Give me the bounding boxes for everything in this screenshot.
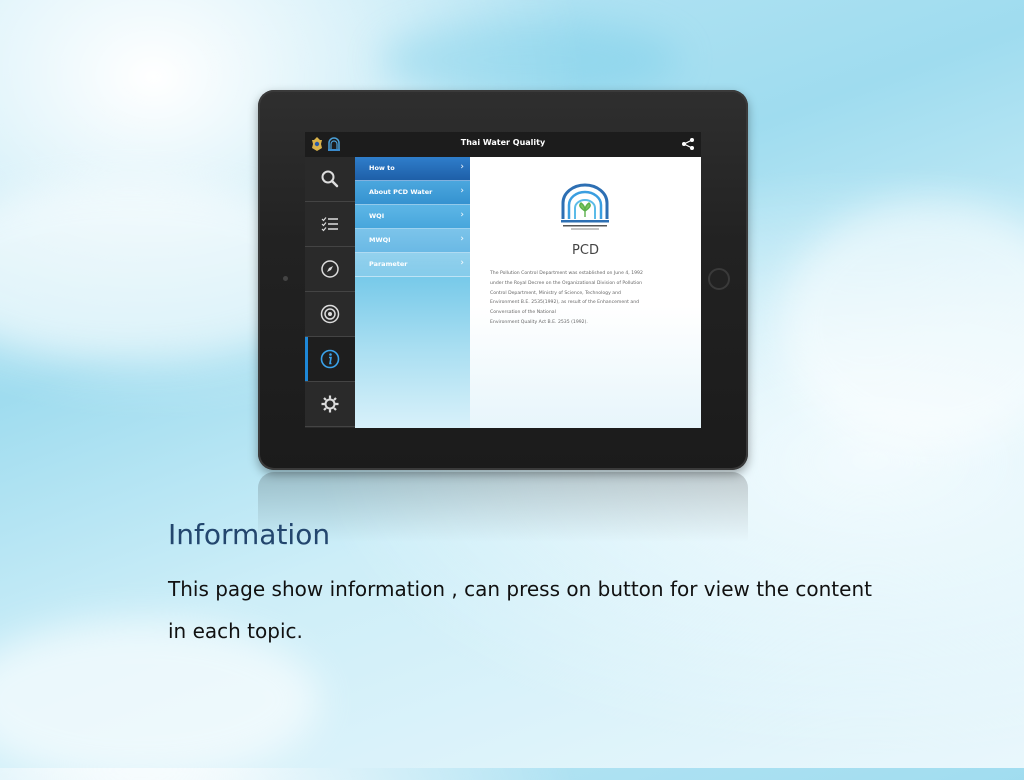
- app-title: Thai Water Quality: [460, 138, 546, 147]
- chevron-right-icon: ›: [460, 258, 464, 268]
- menu-item-about-pcd-water[interactable]: About PCD Water ›: [355, 181, 470, 205]
- chevron-right-icon: ›: [460, 162, 464, 172]
- icon-rail: [305, 157, 355, 428]
- rail-target-button[interactable]: [305, 292, 355, 337]
- rail-search-button[interactable]: [305, 157, 355, 202]
- menu-item-parameter[interactable]: Parameter ›: [355, 253, 470, 277]
- app-screen: Thai Water Quality How to › About PCD Wa…: [305, 132, 701, 428]
- rail-checklist-button[interactable]: [305, 202, 355, 247]
- search-icon: [321, 170, 339, 188]
- share-icon[interactable]: [681, 137, 695, 151]
- chevron-right-icon: ›: [460, 186, 464, 196]
- rail-info-button[interactable]: [305, 337, 355, 382]
- info-menu: How to › About PCD Water › WQI › MWQI › Para…: [355, 157, 470, 428]
- content-description: The Pollution Control Department was est…: [490, 271, 643, 325]
- chevron-right-icon: ›: [460, 234, 464, 244]
- camera-dot: [283, 276, 288, 281]
- compass-icon: [321, 260, 339, 278]
- slide-heading: Information: [168, 518, 331, 551]
- rail-settings-button[interactable]: [305, 382, 355, 427]
- tablet-reflection: [258, 472, 748, 542]
- top-bar: Thai Water Quality: [305, 132, 701, 157]
- rail-compass-button[interactable]: [305, 247, 355, 292]
- menu-item-how-to[interactable]: How to ›: [355, 157, 470, 181]
- slide-body: This page show information , can press o…: [168, 577, 872, 643]
- home-button[interactable]: [708, 268, 730, 290]
- gear-icon: [321, 395, 339, 413]
- content-panel: PCD The Pollution Control Department was…: [470, 157, 701, 428]
- info-icon: [320, 349, 340, 369]
- chevron-right-icon: ›: [460, 210, 464, 220]
- checklist-icon: [321, 217, 338, 232]
- menu-item-wqi[interactable]: WQI ›: [355, 205, 470, 229]
- target-icon: [320, 304, 340, 324]
- content-title: PCD: [572, 243, 599, 258]
- menu-item-mwqi[interactable]: MWQI ›: [355, 229, 470, 253]
- pcd-emblem-icon: [561, 183, 609, 230]
